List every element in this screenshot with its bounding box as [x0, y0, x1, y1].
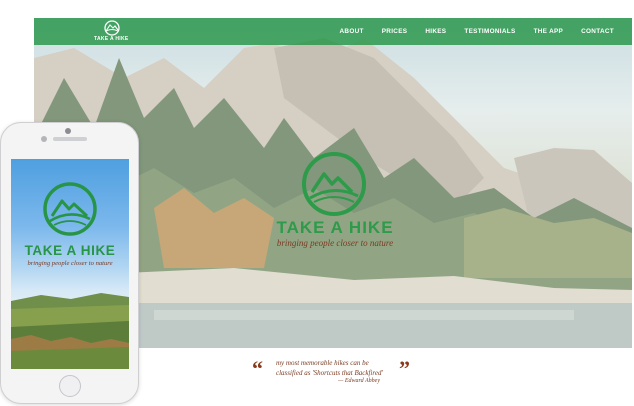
hero-title: TAKE A HIKE: [276, 218, 394, 237]
nav-link-the-app[interactable]: THE APP: [534, 28, 564, 35]
phone-screen: TAKE A HIKE bringing people closer to na…: [11, 159, 129, 369]
testimonial-author: — Edward Abbey: [338, 378, 380, 384]
nav-link-hikes[interactable]: HIKES: [425, 28, 446, 35]
nav-links: ABOUT PRICES HIKES TESTIMONIALS THE APP …: [340, 18, 614, 45]
phone-mockup: TAKE A HIKE bringing people closer to na…: [0, 122, 139, 404]
nav-logo-text[interactable]: TAKE A HIKE: [94, 36, 129, 42]
phone-app-tagline: bringing people closer to nature: [27, 260, 113, 267]
nav-link-about[interactable]: ABOUT: [340, 28, 364, 35]
phone-mountain-logo-icon: [43, 182, 97, 236]
hero-mountain-logo-icon: [302, 152, 366, 216]
phone-home-button[interactable]: [59, 375, 81, 397]
testimonial-text: my most memorable hikes can be classifie…: [276, 359, 383, 377]
phone-speaker: [53, 137, 87, 141]
nav-link-prices[interactable]: PRICES: [382, 28, 408, 35]
phone-app-title: TAKE A HIKE: [24, 243, 116, 258]
nav-link-contact[interactable]: CONTACT: [581, 28, 614, 35]
top-navigation-bar: TAKE A HIKE ABOUT PRICES HIKES TESTIMONI…: [34, 18, 632, 45]
phone-camera-icon: [65, 128, 71, 134]
close-quote-icon: ”: [399, 356, 410, 381]
hero-tagline: bringing people closer to nature: [276, 238, 394, 248]
nav-link-testimonials[interactable]: TESTIMONIALS: [464, 28, 515, 35]
phone-sensor-icon: [41, 136, 47, 142]
open-quote-icon: “: [252, 356, 263, 381]
